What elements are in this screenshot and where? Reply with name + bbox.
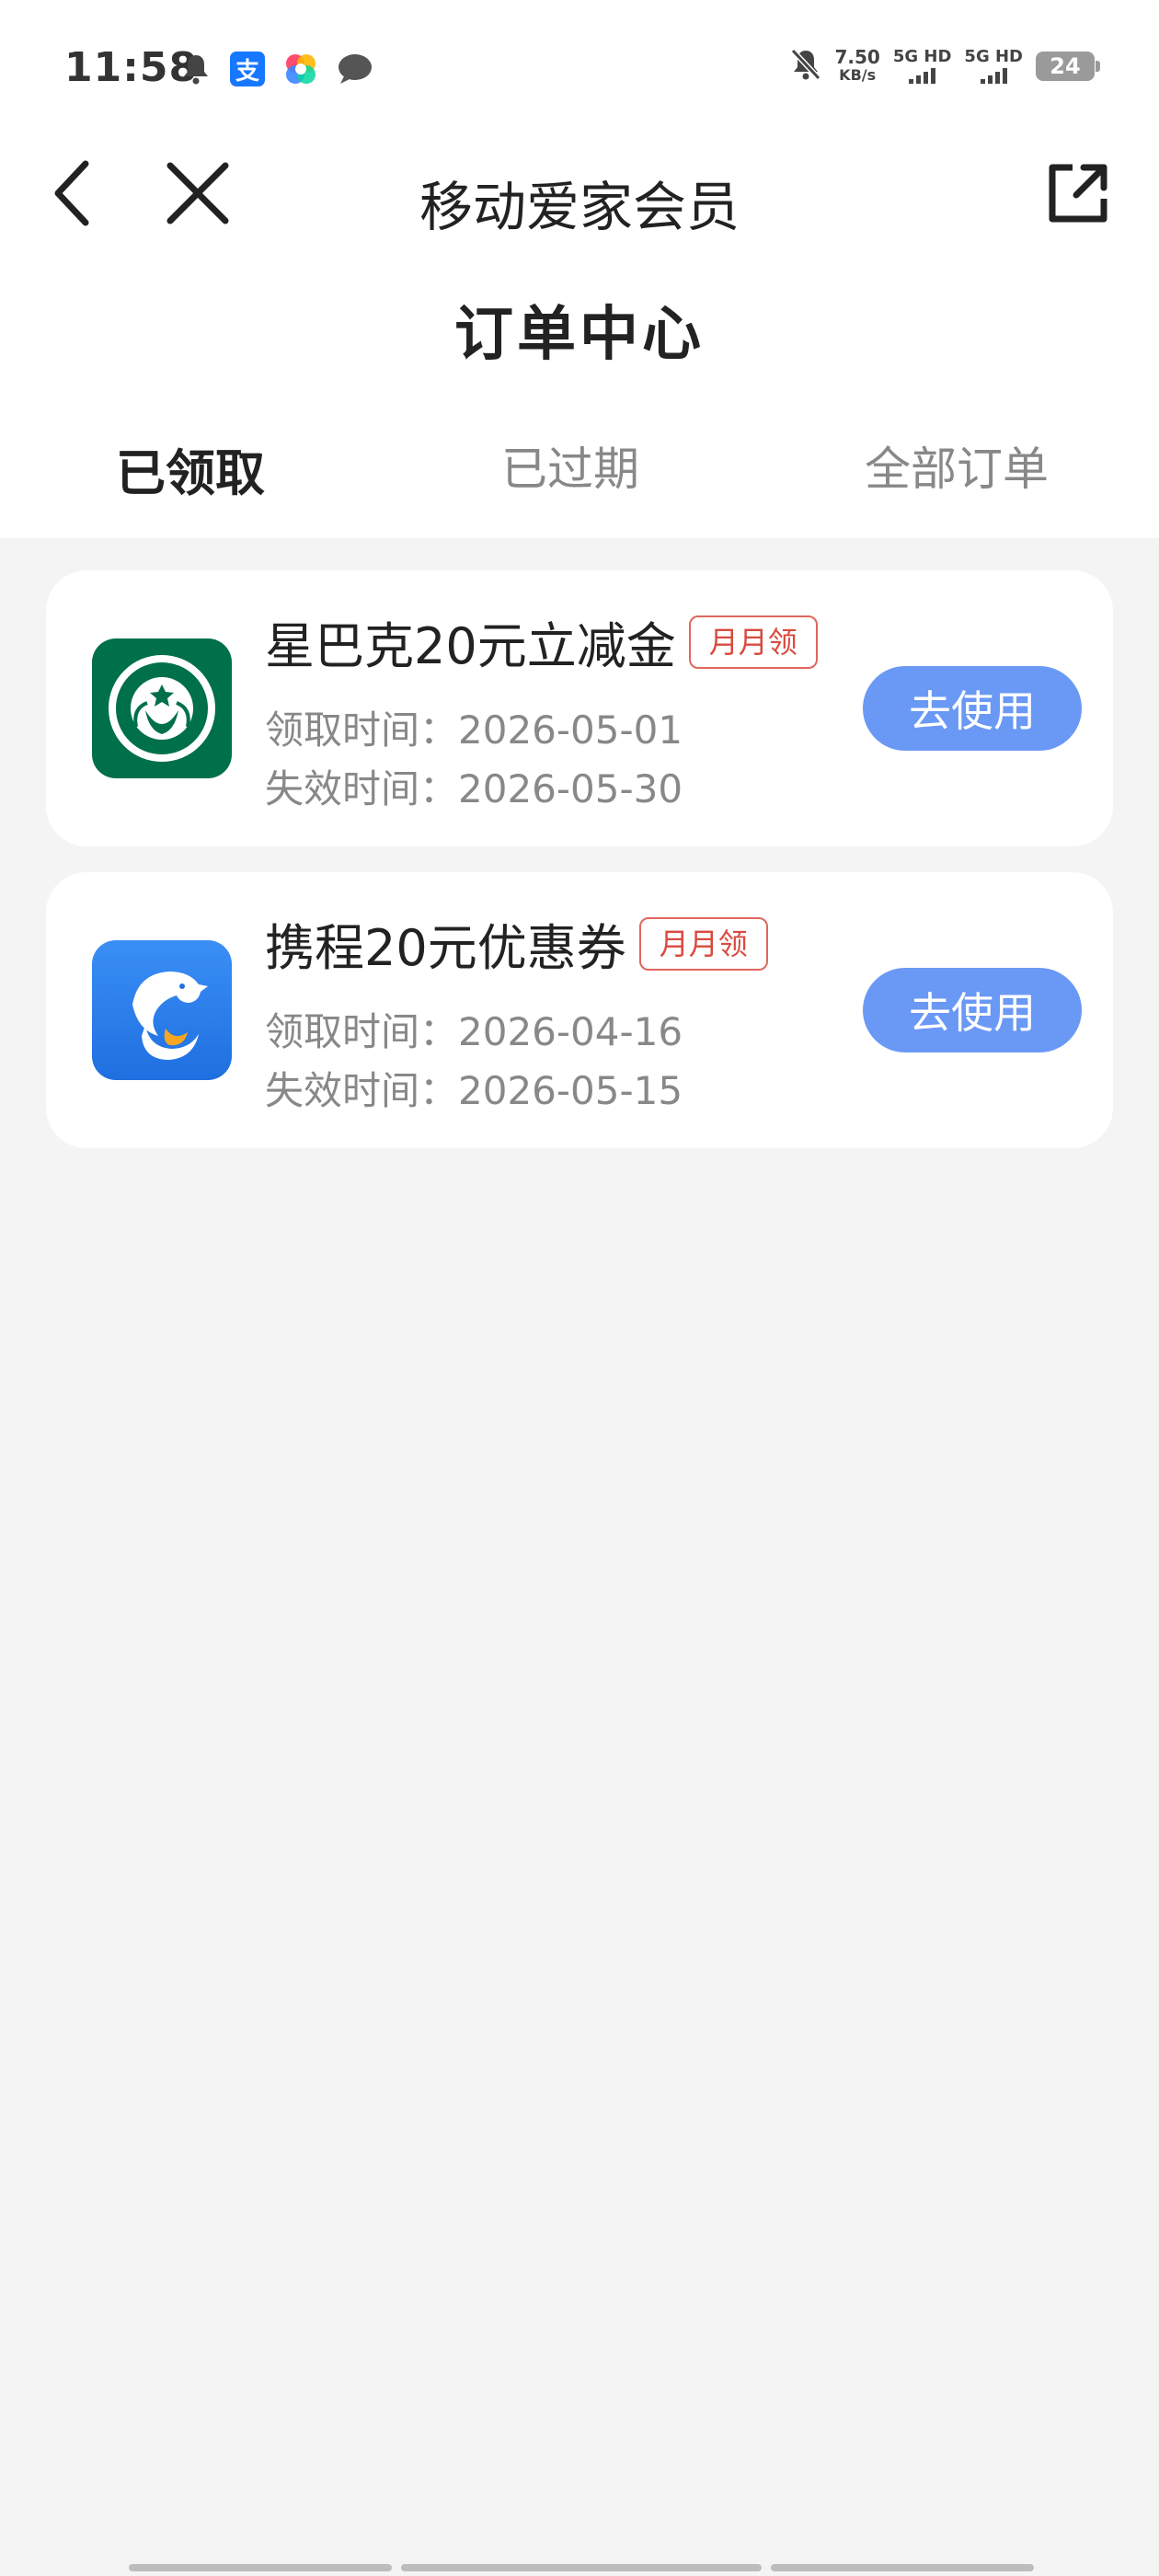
tab-expired[interactable]: 已过期 (501, 432, 639, 499)
monthly-badge: 月月领 (638, 916, 768, 971)
share-external-icon (1049, 164, 1107, 223)
use-button[interactable]: 去使用 (863, 666, 1082, 751)
monthly-badge: 月月领 (688, 615, 818, 669)
mute-bell-icon (790, 48, 821, 85)
signal-sim2: 5G HD (964, 49, 1023, 84)
close-button[interactable] (161, 156, 235, 230)
tab-all-orders[interactable]: 全部订单 (865, 432, 1049, 499)
close-icon (166, 162, 229, 224)
order-card: 携程20元优惠券 月月领 领取时间：2026-04-16 失效时间：2026-0… (46, 872, 1113, 1148)
order-card: 星巴克20元立减金 月月领 领取时间：2026-05-01 失效时间：2026-… (46, 570, 1113, 846)
nav-bar: 移动爱家会员 (0, 147, 1159, 239)
starbucks-logo (92, 638, 232, 778)
status-notification-icons: 支 (180, 52, 373, 86)
back-button[interactable] (35, 156, 109, 230)
bottom-scroll-indicator (129, 2564, 1034, 2571)
colorful-app-icon (283, 52, 318, 86)
signal-sim1: 5G HD (893, 49, 952, 84)
use-button[interactable]: 去使用 (863, 968, 1082, 1052)
expire-time: 失效时间：2026-05-30 (265, 766, 683, 811)
signal-bars-icon (893, 67, 952, 84)
alipay-icon: 支 (230, 52, 265, 86)
bell-icon (180, 52, 212, 86)
order-tabs: 已领取 已过期 全部订单 (0, 432, 1159, 506)
order-title: 携程20元优惠券 月月领 (265, 907, 768, 980)
expire-time: 失效时间：2026-05-15 (265, 1068, 683, 1113)
received-time: 领取时间：2026-04-16 (265, 1009, 683, 1054)
signal-bars-icon (964, 67, 1023, 84)
tab-received[interactable]: 已领取 (116, 432, 265, 505)
chevron-left-icon (54, 160, 89, 226)
page-title: 订单中心 (454, 301, 705, 369)
status-system-icons: 7.50 KB/s 5G HD 5G HD 24 (790, 46, 1100, 85)
ctrip-dolphin-logo (92, 940, 232, 1080)
order-title: 星巴克20元立减金 月月领 (265, 605, 818, 678)
status-bar: 11:58 支 7.50 KB/s 5G HD 5G HD 24 (0, 0, 1159, 138)
nav-title: 移动爱家会员 (419, 176, 740, 238)
message-icon (337, 52, 373, 86)
status-time: 11:58 (64, 44, 199, 91)
network-speed: 7.50 KB/s (834, 46, 880, 84)
battery-icon: 24 (1036, 52, 1100, 81)
share-button[interactable] (1041, 156, 1115, 230)
received-time: 领取时间：2026-05-01 (265, 707, 683, 753)
